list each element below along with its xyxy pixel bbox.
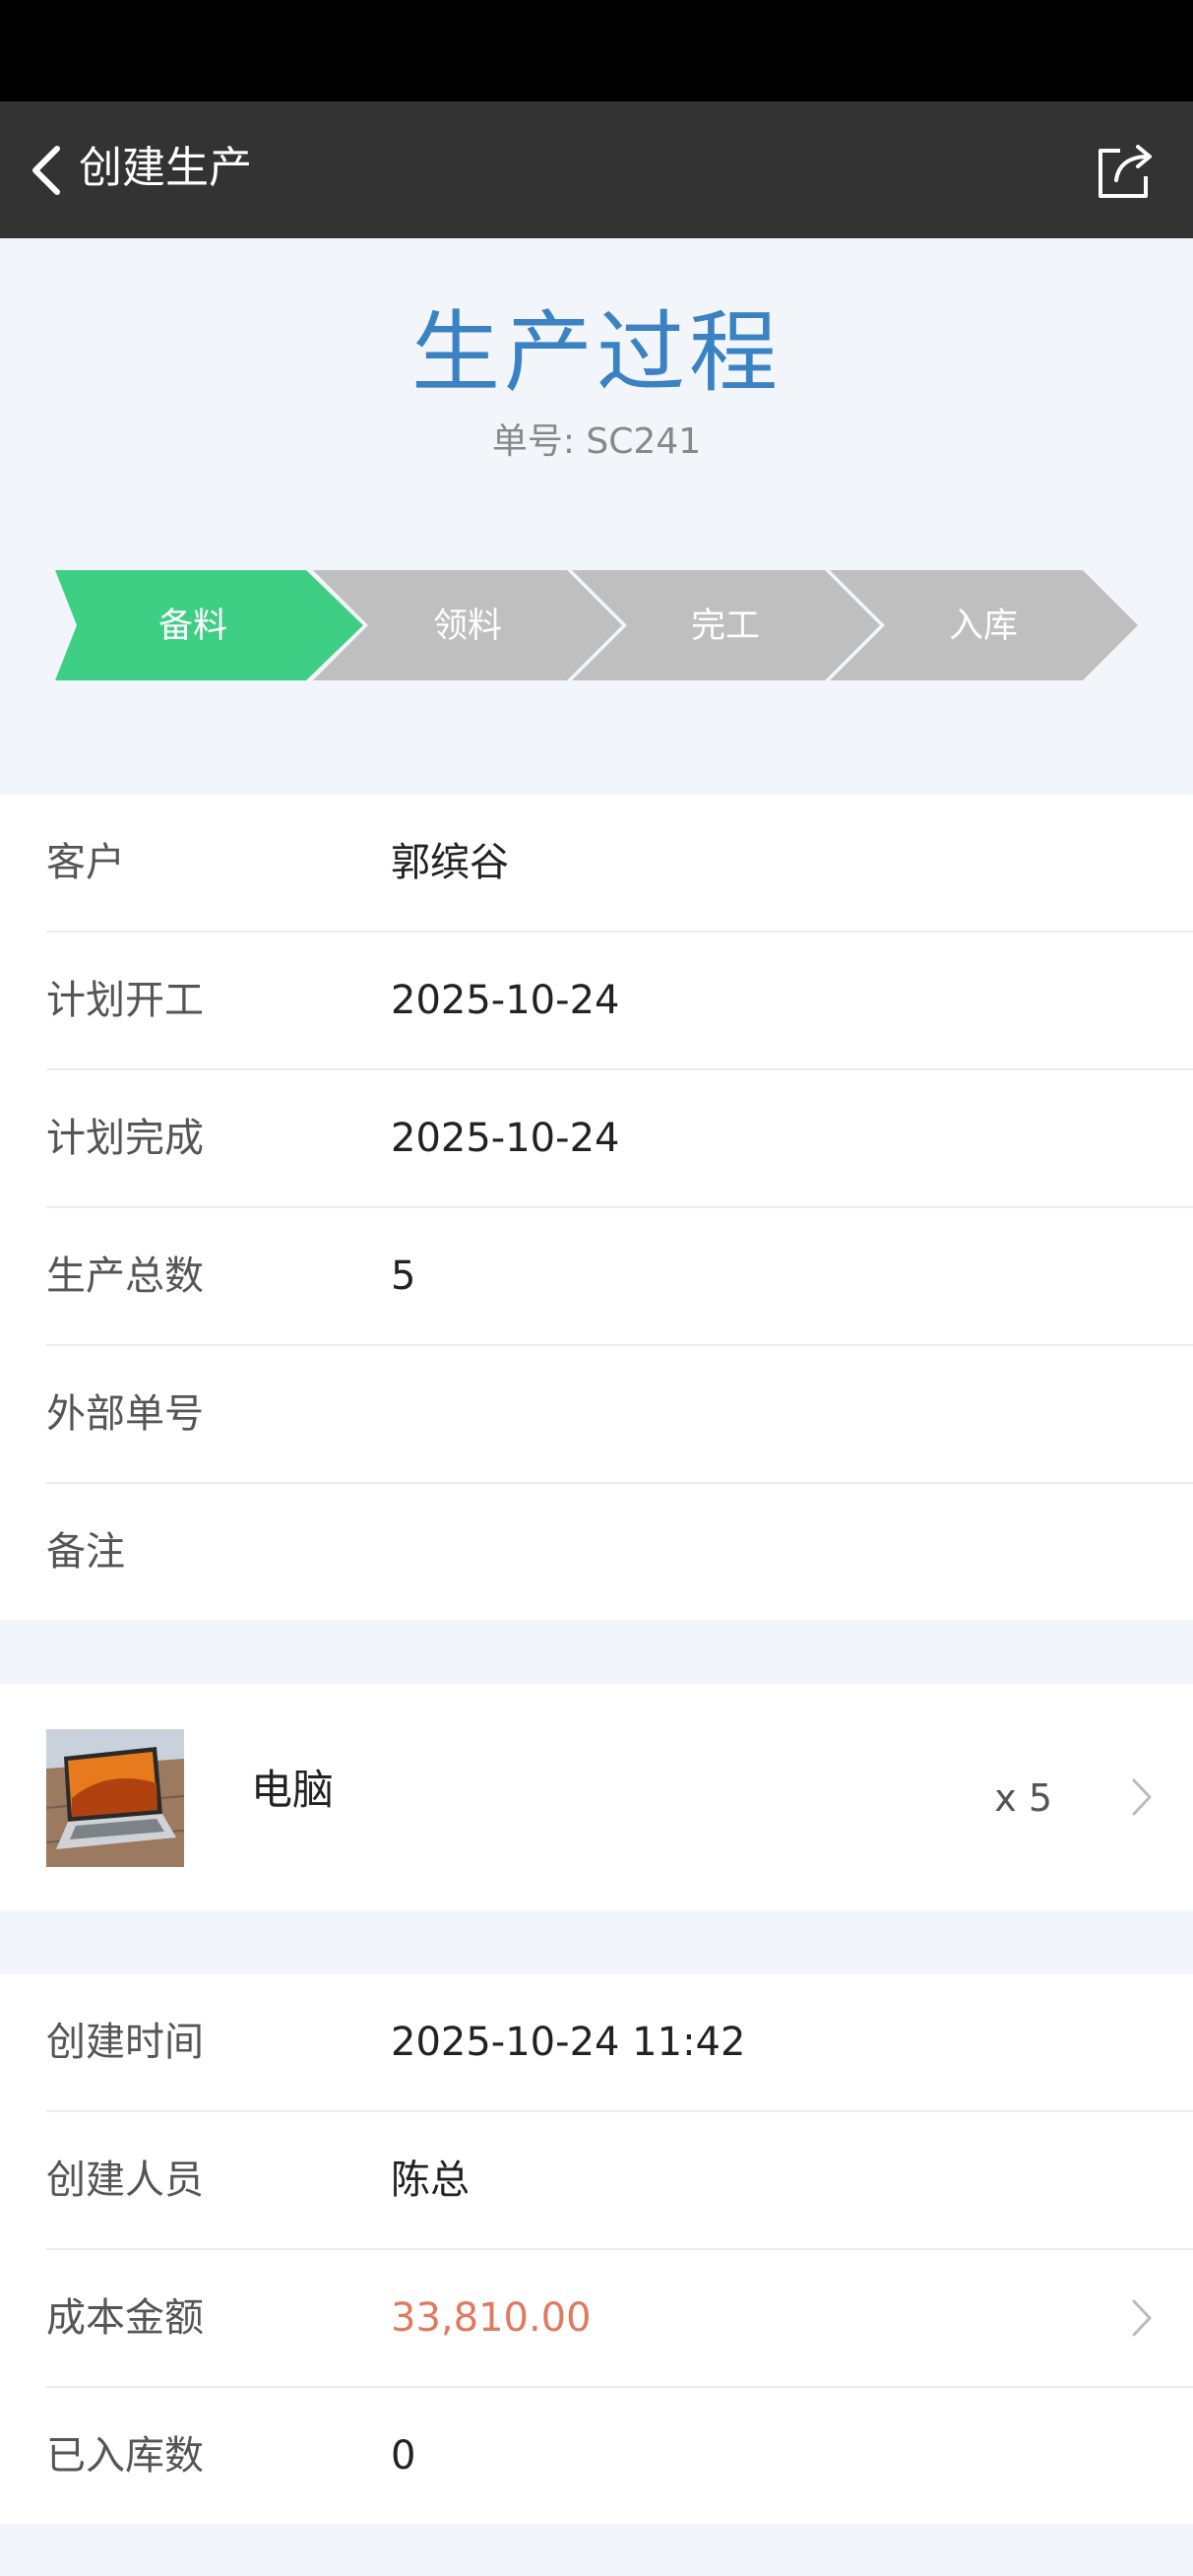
- cost-label: 成本金额: [46, 2295, 204, 2341]
- meta-section: 创建时间 2025-10-24 11:42 创建人员 陈总 成本金额 33,81…: [0, 1974, 1193, 2524]
- plan-finish-value: 2025-10-24: [391, 1116, 620, 1161]
- stocked-value: 0: [391, 2433, 416, 2479]
- creator-value: 陈总: [391, 2157, 470, 2203]
- status-bar: [0, 0, 1193, 101]
- row-cost[interactable]: 成本金额 33,810.00: [46, 2250, 1193, 2388]
- stocked-label: 已入库数: [46, 2433, 204, 2479]
- total-value: 5: [391, 1254, 416, 1299]
- row-customer[interactable]: 客户 郭缤谷: [46, 795, 1193, 933]
- chevron-left-icon[interactable]: [20, 141, 79, 200]
- row-remark[interactable]: 备注: [46, 1484, 1193, 1620]
- cost-value: 33,810.00: [391, 2295, 592, 2341]
- product-image: [46, 1729, 184, 1867]
- order-number: 单号: SC241: [491, 421, 702, 462]
- progress-steps: 备料 领料 完工 入库: [55, 570, 1138, 680]
- chevron-right-icon: [1132, 2299, 1152, 2337]
- step-1[interactable]: 备料: [55, 570, 363, 680]
- plan-start-label: 计划开工: [46, 978, 204, 1023]
- external-no-label: 外部单号: [46, 1391, 204, 1437]
- row-external-no[interactable]: 外部单号: [46, 1346, 1193, 1484]
- plan-start-value: 2025-10-24: [391, 978, 620, 1023]
- customer-label: 客户: [46, 840, 125, 885]
- step-3-label: 完工: [691, 607, 760, 646]
- row-total[interactable]: 生产总数 5: [46, 1208, 1193, 1346]
- chevron-right-icon: [1132, 1778, 1152, 1816]
- nav-title: 创建生产: [79, 143, 252, 193]
- product-quantity: x 5: [994, 1776, 1052, 1820]
- nav-bar: 创建生产: [0, 101, 1193, 238]
- info-section: 客户 郭缤谷 计划开工 2025-10-24 计划完成 2025-10-24 生…: [0, 795, 1193, 1620]
- page-title: 生产过程: [411, 301, 782, 405]
- share-icon[interactable]: [1095, 141, 1156, 202]
- plan-finish-label: 计划完成: [46, 1116, 204, 1161]
- customer-value: 郭缤谷: [391, 840, 509, 885]
- row-plan-start[interactable]: 计划开工 2025-10-24: [46, 933, 1193, 1070]
- step-1-label: 备料: [158, 607, 227, 646]
- header-section: 生产过程 单号: SC241 备料 领料 完工 入库: [0, 238, 1193, 795]
- product-name: 电脑: [251, 1766, 335, 1814]
- remark-label: 备注: [46, 1529, 125, 1575]
- total-label: 生产总数: [46, 1254, 204, 1299]
- row-creator: 创建人员 陈总: [46, 2112, 1193, 2250]
- row-plan-finish[interactable]: 计划完成 2025-10-24: [46, 1070, 1193, 1208]
- product-item[interactable]: 电脑 x 5: [0, 1684, 1193, 1910]
- creator-label: 创建人员: [46, 2157, 204, 2203]
- row-created-time: 创建时间 2025-10-24 11:42: [46, 1974, 1193, 2112]
- row-stocked: 已入库数 0: [46, 2388, 1193, 2524]
- created-time-value: 2025-10-24 11:42: [391, 2020, 746, 2065]
- step-2-label: 领料: [433, 607, 502, 646]
- step-4-label: 入库: [949, 607, 1018, 646]
- created-time-label: 创建时间: [46, 2020, 204, 2065]
